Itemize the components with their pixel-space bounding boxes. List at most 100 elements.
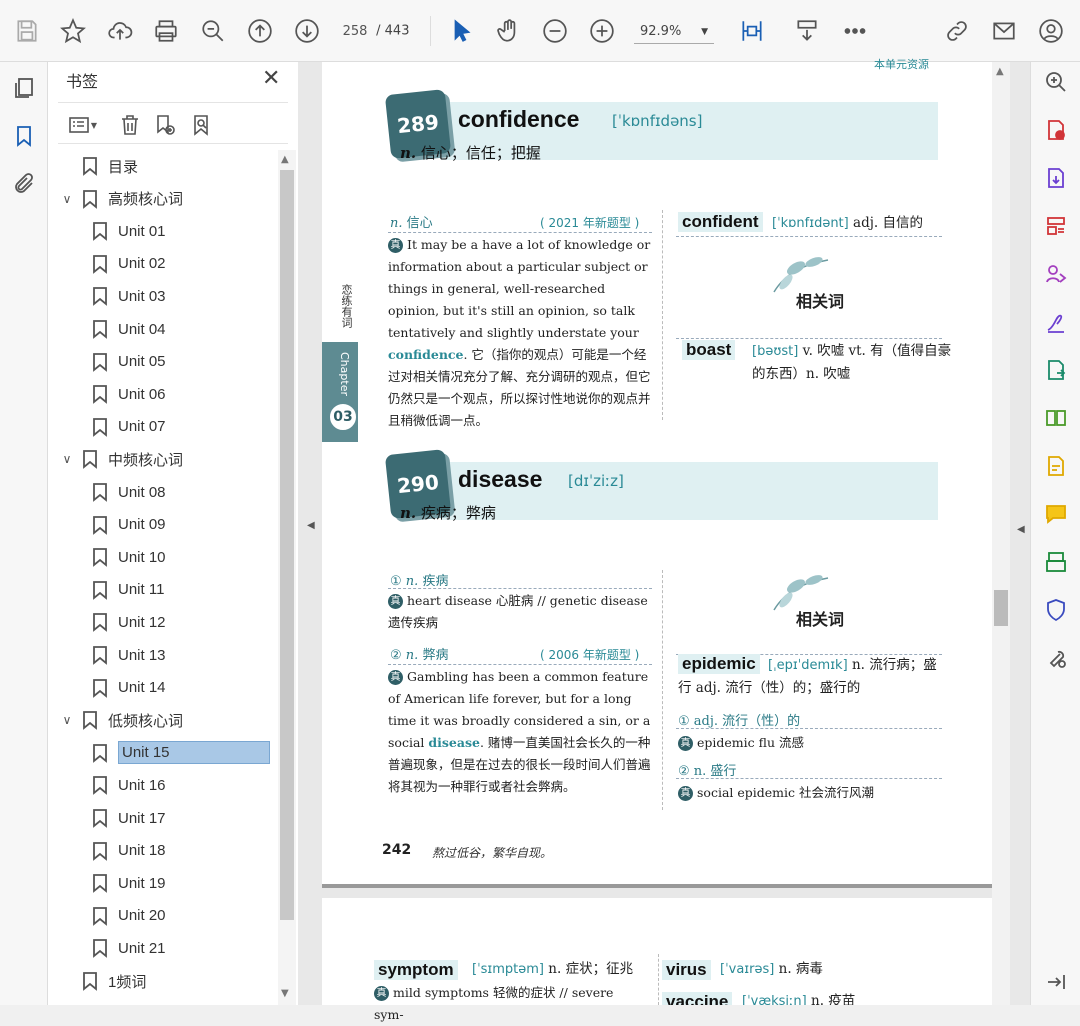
year-label: ( 2006 年新题型 ) (540, 648, 640, 662)
bookmark-icon (92, 417, 108, 437)
close-icon[interactable]: ✕ (262, 66, 280, 91)
bookmark-item[interactable]: Unit 09 (92, 511, 166, 539)
tools-icon[interactable] (1042, 644, 1070, 672)
attachment-icon[interactable] (10, 170, 38, 198)
delete-icon[interactable] (116, 111, 144, 139)
bookmark-panel-icon[interactable] (10, 122, 38, 150)
example-en: mild symptoms 轻微的症状 // severe sym- (374, 985, 614, 1022)
bookmark-icon (82, 189, 98, 209)
account-icon[interactable] (1036, 16, 1066, 46)
share-icon[interactable] (1042, 260, 1070, 288)
bookmark-item[interactable]: Unit 10 (92, 543, 166, 571)
bookmark-group[interactable]: ∨ 中频核心词 (58, 445, 183, 473)
zoom-marquee-icon[interactable] (198, 16, 228, 46)
scroll-up-icon[interactable]: ▲ (996, 66, 1004, 77)
bookmark-item[interactable]: Unit 08 (92, 478, 166, 506)
search-bookmark-icon[interactable] (188, 111, 216, 139)
mail-icon[interactable] (989, 16, 1019, 46)
bookmark-scrollbar[interactable]: ▲ ▼ (278, 150, 296, 1005)
zoom-select[interactable]: 92.9% ▼ (634, 20, 714, 44)
save-icon[interactable] (12, 16, 42, 46)
bookmark-label: Unit 17 (118, 809, 166, 827)
bookmark-group[interactable]: ∨ 高频核心词 (58, 185, 183, 213)
example-highlight: disease (428, 735, 480, 750)
bookmark-group[interactable]: ∨ 低频核心词 (58, 706, 183, 734)
sense-label: n. 信心 (390, 212, 433, 231)
sense-text: 弊病 (422, 648, 449, 663)
comment-doc-icon[interactable] (1042, 452, 1070, 480)
next-page-icon[interactable] (292, 16, 322, 46)
chevron-down-icon[interactable]: ∨ (58, 192, 76, 206)
divider (676, 778, 942, 779)
bookmark-group[interactable]: 1频词 (58, 967, 146, 995)
pages-icon[interactable] (10, 74, 38, 102)
zoom-out-icon[interactable] (540, 16, 570, 46)
bookmark-item[interactable]: Unit 12 (92, 608, 166, 636)
add-bookmark-icon[interactable] (151, 111, 179, 139)
related-phonetic: [ˈvaɪrəs] (720, 962, 775, 977)
hand-tool-icon[interactable] (494, 16, 524, 46)
related-word: boast (682, 340, 736, 360)
zoom-in-icon[interactable] (587, 16, 617, 46)
bookmark-item[interactable]: Unit 04 (92, 315, 166, 343)
related-def: [ˈvaɪrəs] n. 病毒 (720, 958, 823, 981)
organize-pages-icon[interactable] (1042, 212, 1070, 240)
scan-icon[interactable] (1042, 548, 1070, 576)
zoom-icon[interactable] (1042, 68, 1070, 96)
comment-icon[interactable] (1042, 500, 1070, 528)
scrollbar-thumb[interactable] (994, 590, 1008, 626)
collapse-left-icon[interactable]: ◀ (307, 520, 315, 531)
bookmark-item[interactable]: Unit 21 (92, 934, 166, 962)
bookmark-item[interactable]: Unit 16 (92, 771, 166, 799)
bookmark-item[interactable]: Unit 18 (92, 837, 166, 865)
convert-icon[interactable] (1042, 356, 1070, 384)
related-def-text: adj. 自信的 (853, 215, 923, 231)
page-number-input[interactable] (338, 20, 372, 42)
chevron-down-icon[interactable]: ∨ (58, 713, 76, 727)
expand-panel-icon[interactable] (1042, 968, 1070, 996)
protect-icon[interactable] (1042, 596, 1070, 624)
collapse-right-icon[interactable]: ◀ (1017, 524, 1025, 535)
bookmark-item[interactable]: Unit 07 (92, 413, 166, 441)
bookmark-item[interactable]: Unit 20 (92, 902, 166, 930)
page-number-box: / 443 (338, 20, 418, 44)
scroll-up-icon[interactable]: ▲ (281, 154, 289, 165)
scrollbar-thumb[interactable] (280, 170, 294, 920)
related-def-text: n. 病毒 (778, 961, 823, 977)
bookmark-label: Unit 15 (118, 741, 270, 765)
scroll-mode-icon[interactable] (792, 16, 822, 46)
bookmark-item[interactable]: Unit 06 (92, 380, 166, 408)
more-icon[interactable] (840, 16, 870, 46)
chevron-down-icon[interactable]: ∨ (58, 452, 76, 466)
print-icon[interactable] (151, 16, 181, 46)
bookmark-icon (92, 221, 108, 242)
bookmark-item[interactable]: Unit 14 (92, 674, 166, 702)
sign-icon[interactable] (1042, 308, 1070, 336)
compare-icon[interactable] (1042, 404, 1070, 432)
star-icon[interactable] (58, 16, 88, 46)
create-pdf-icon[interactable] (1042, 164, 1070, 192)
bookmark-item[interactable]: Unit 19 (92, 869, 166, 897)
entry-phonetic: [ˈkɒnfɪdəns] (612, 112, 703, 130)
bookmark-group[interactable]: 目录 (58, 152, 138, 180)
related-title: 相关词 (796, 610, 845, 629)
document-scrollbar[interactable]: ▲ (992, 62, 1010, 1005)
bookmark-label: Unit 06 (118, 385, 166, 403)
bookmark-item[interactable]: Unit 05 (92, 348, 166, 376)
sense-text: 信心 (406, 216, 433, 231)
bookmark-item[interactable]: Unit 13 (92, 641, 166, 669)
bookmark-item[interactable]: Unit 15 (92, 739, 270, 767)
export-pdf-icon[interactable] (1042, 116, 1070, 144)
bookmark-item[interactable]: Unit 11 (92, 576, 164, 604)
bookmark-options-icon[interactable]: ▼ (64, 111, 100, 139)
cloud-upload-icon[interactable] (105, 16, 135, 46)
select-cursor-icon[interactable] (447, 16, 477, 46)
link-icon[interactable] (942, 16, 972, 46)
bookmark-item[interactable]: Unit 02 (92, 250, 166, 278)
bookmark-item[interactable]: Unit 01 (92, 217, 166, 245)
prev-page-icon[interactable] (245, 16, 275, 46)
bookmark-item[interactable]: Unit 17 (92, 804, 166, 832)
scroll-down-icon[interactable]: ▼ (281, 988, 289, 999)
fit-page-icon[interactable] (732, 16, 772, 46)
bookmark-item[interactable]: Unit 03 (92, 282, 166, 310)
